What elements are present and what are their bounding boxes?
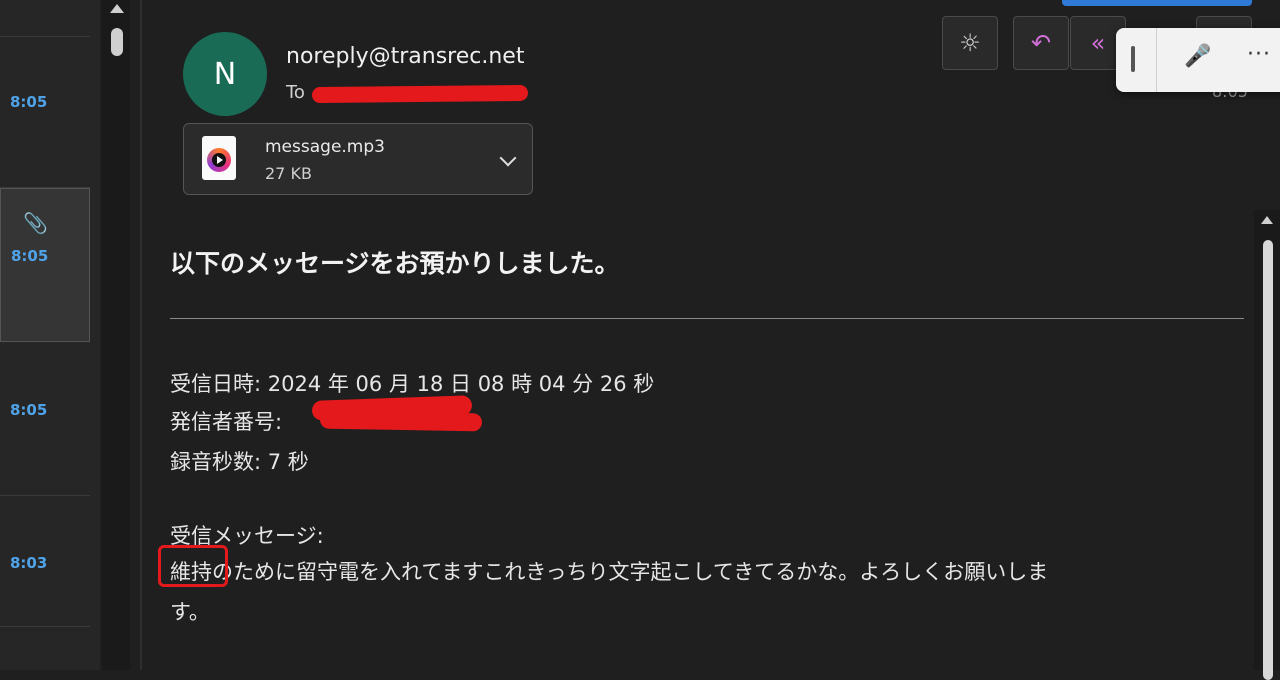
voice-typing-bar: 🎤 ···	[1116, 28, 1280, 92]
scroll-up-arrow-icon[interactable]	[1261, 216, 1273, 224]
scrollbar-thumb[interactable]	[1263, 240, 1273, 680]
sun-icon[interactable]: ☼	[942, 16, 998, 70]
attachment-file-size: 27 KB	[265, 164, 312, 183]
message-list-item[interactable]: 8:03	[0, 496, 90, 627]
highlight-annotation-box	[158, 545, 228, 587]
message-list-item[interactable]: 8:05	[0, 37, 90, 188]
recipient-label: To	[286, 82, 305, 103]
reading-pane-scrollbar[interactable]	[1254, 210, 1280, 680]
message-time: 8:05	[10, 401, 48, 419]
message-heading: 以下のメッセージをお預かりしました。	[170, 249, 620, 278]
audio-file-icon	[202, 136, 236, 180]
message-list-scrollbar[interactable]	[102, 0, 130, 670]
message-text-line: 維持のために留守電を入れてますこれきっちり文字起こしてきてるかな。よろしくお願い…	[170, 560, 1049, 584]
message-time: 8:05	[10, 93, 48, 111]
sender-address[interactable]: noreply@transrec.net	[286, 44, 524, 69]
attachment-file-name: message.mp3	[265, 137, 385, 157]
accent-strip	[1062, 0, 1252, 6]
more-icon[interactable]: ···	[1247, 42, 1271, 67]
message-time: 8:03	[10, 554, 48, 572]
message-time: 8:05	[11, 247, 49, 265]
pane-divider[interactable]	[140, 0, 142, 670]
message-list: 8:05 📎 8:05 8:05 8:03	[0, 0, 100, 670]
recording-seconds: 録音秒数: 7 秒	[170, 450, 309, 474]
message-list-item[interactable]: 8:05	[0, 343, 90, 496]
reply-icon[interactable]: ↶	[1013, 16, 1069, 70]
recipient-redaction	[311, 84, 529, 104]
caller-number-label: 発信者番号:	[170, 410, 283, 434]
horizontal-rule	[170, 318, 1244, 319]
scroll-up-arrow-icon[interactable]	[110, 4, 124, 13]
sender-avatar: N	[183, 32, 267, 116]
grip-icon[interactable]	[1131, 46, 1135, 72]
message-list-item-selected[interactable]: 📎 8:05	[0, 188, 90, 342]
message-text-line: す。	[170, 600, 210, 624]
microphone-icon[interactable]: 🎤	[1184, 44, 1211, 69]
message-list-item[interactable]	[0, 0, 90, 37]
chevron-down-icon[interactable]	[499, 149, 517, 167]
scrollbar-thumb[interactable]	[111, 28, 123, 56]
paperclip-icon: 📎	[23, 211, 48, 235]
attachment-card[interactable]: message.mp3 27 KB	[183, 123, 533, 195]
caller-number-redaction	[311, 394, 483, 434]
